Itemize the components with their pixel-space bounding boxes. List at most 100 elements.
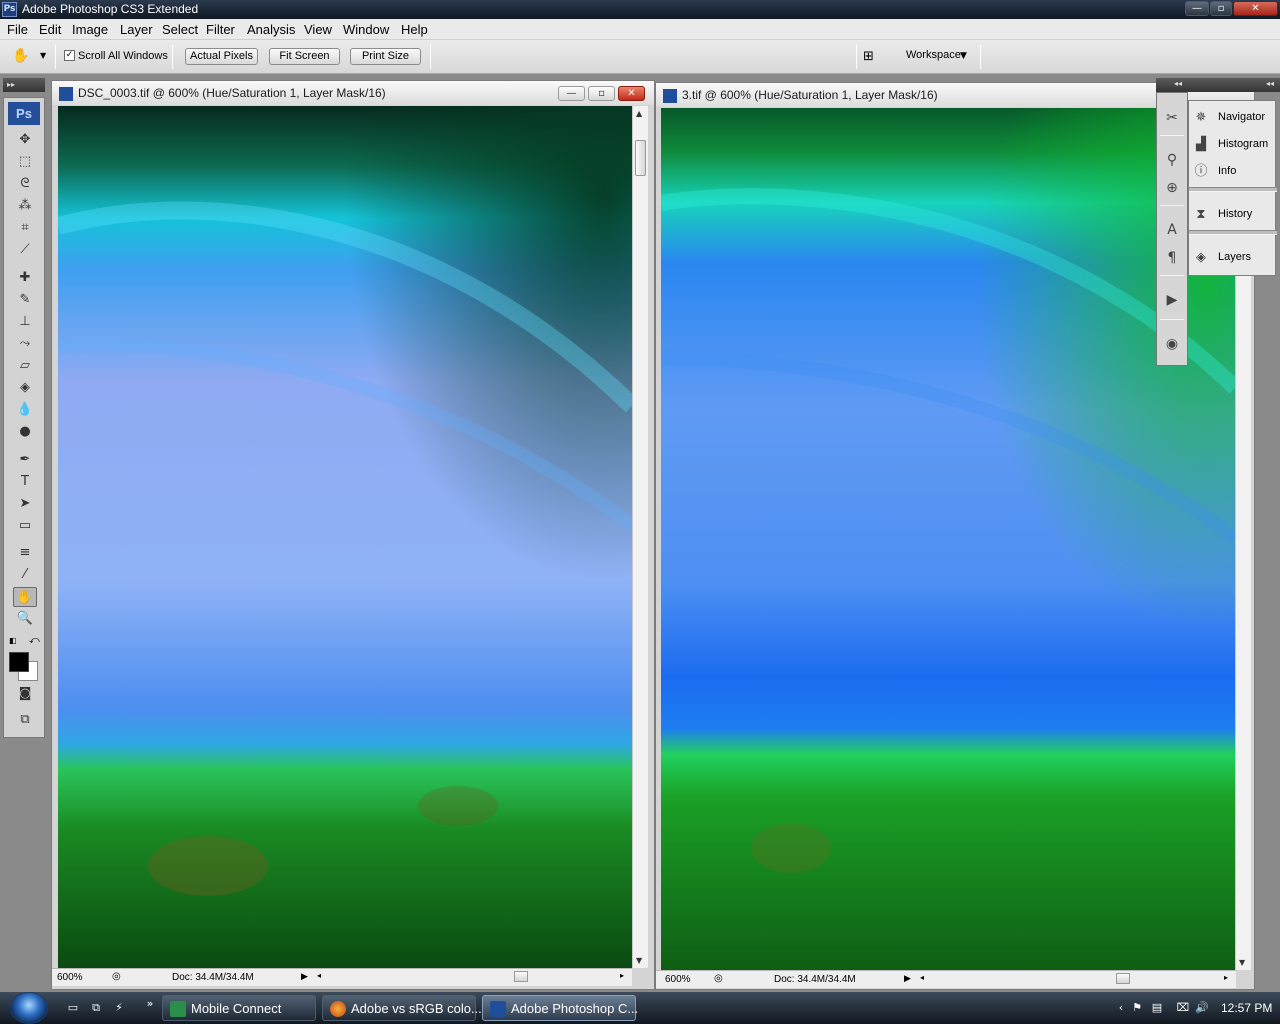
clone-stamp-tool-icon[interactable]: ⊥ (13, 312, 37, 332)
taskbar-button-photoshop[interactable]: Adobe Photoshop C... (482, 995, 638, 1021)
document-2-status-menu-icon[interactable]: ▶ (904, 973, 911, 984)
workspace-menu[interactable]: Workspace (906, 49, 961, 61)
quick-launch-app-icon[interactable]: ⚡ (111, 1001, 127, 1015)
menu-image[interactable]: Image (72, 22, 108, 37)
document-1-title-bar[interactable]: DSC_0003.tif @ 600% (Hue/Saturation 1, L… (52, 81, 654, 105)
swap-colors-icon[interactable]: ⤺ (29, 635, 41, 647)
zoom-tool-icon[interactable]: 🔍 (13, 609, 37, 629)
eraser-tool-icon[interactable]: ▱ (13, 356, 37, 376)
animation-panel-icon[interactable]: ▶ (1161, 289, 1183, 311)
panel-histogram[interactable]: ▟ Histogram (1189, 134, 1277, 156)
slice-tool-icon[interactable]: ⟋ (13, 240, 37, 260)
hand-tool-icon[interactable]: ✋ (13, 587, 37, 607)
tray-flag-icon[interactable]: ⚑ (1130, 1001, 1144, 1015)
dodge-tool-icon[interactable]: ● (13, 422, 37, 442)
document-1-hscroll-thumb[interactable] (514, 971, 528, 982)
document-1-status-menu-icon[interactable]: ▶ (301, 971, 308, 982)
menu-window[interactable]: Window (343, 22, 389, 37)
tool-presets-panel-icon[interactable]: ✂ (1161, 107, 1183, 129)
document-1-vscroll-thumb[interactable] (635, 140, 646, 176)
history-brush-tool-icon[interactable]: ⤳ (13, 334, 37, 354)
document-1-maximize-button[interactable]: ▫ (588, 86, 615, 101)
photoshop-badge[interactable]: Ps (8, 102, 40, 125)
menu-view[interactable]: View (304, 22, 332, 37)
document-1-close-button[interactable]: ✕ (618, 86, 645, 101)
maximize-button[interactable]: ▫ (1210, 1, 1232, 16)
document-1-hscroll-left-arrow[interactable]: ◂ (317, 971, 321, 980)
toolbox-header[interactable]: ▸▸ (3, 78, 45, 92)
healing-brush-tool-icon[interactable]: ✚ (13, 268, 37, 288)
menu-edit[interactable]: Edit (39, 22, 61, 37)
menu-layer[interactable]: Layer (120, 22, 153, 37)
document-2-hscroll-left-arrow[interactable]: ◂ (920, 973, 924, 982)
tray-volume-icon[interactable]: 🔊 (1195, 1001, 1209, 1015)
foreground-color-swatch[interactable] (9, 652, 29, 672)
screen-mode-icon[interactable]: ⧉ (13, 710, 37, 730)
taskbar-button-mobile-connect[interactable]: Mobile Connect (162, 995, 316, 1021)
document-1-zoom-icon[interactable]: ◎ (112, 971, 121, 982)
document-1-vertical-scrollbar[interactable]: ▲ ▼ (632, 106, 648, 968)
dock-expand-icon[interactable]: ◂◂ (1266, 79, 1274, 88)
tool-preset-chevron-down-icon[interactable]: ▼ (40, 51, 46, 60)
document-2-hscroll-thumb[interactable] (1116, 973, 1130, 984)
path-selection-tool-icon[interactable]: ➤ (13, 494, 37, 514)
bridge-search-icon[interactable]: ⊞ (863, 49, 885, 67)
menu-help[interactable]: Help (401, 22, 428, 37)
blur-tool-icon[interactable]: 💧 (13, 400, 37, 420)
document-2-hscroll-right-arrow[interactable]: ▸ (1224, 973, 1228, 982)
lasso-tool-icon[interactable]: ᘓ (13, 174, 37, 194)
tray-expand-icon[interactable]: ‹ (1114, 1001, 1128, 1015)
tray-app-icon[interactable]: ▤ (1150, 1001, 1164, 1015)
dock-collapse-icon[interactable]: ◂◂ (1174, 79, 1182, 88)
quick-launch-overflow-icon[interactable]: » (142, 997, 158, 1011)
paragraph-panel-icon[interactable]: ¶ (1161, 247, 1183, 269)
document-1-minimize-button[interactable]: — (558, 86, 585, 101)
type-tool-icon[interactable]: T (13, 472, 37, 492)
actual-pixels-button[interactable]: Actual Pixels (185, 48, 258, 65)
clone-source-panel-icon[interactable]: ⊕ (1161, 177, 1183, 199)
default-colors-icon[interactable]: ◧ (9, 636, 19, 646)
tray-network-icon[interactable]: ⌧ (1176, 1001, 1190, 1015)
menu-analysis[interactable]: Analysis (247, 22, 295, 37)
document-2-zoom-icon[interactable]: ◎ (714, 973, 723, 984)
move-tool-icon[interactable]: ✥ (13, 130, 37, 150)
3d-panel-icon[interactable]: ◉ (1161, 333, 1183, 355)
shape-tool-icon[interactable]: ▭ (13, 516, 37, 536)
brushes-panel-icon[interactable]: ⚲ (1161, 149, 1183, 171)
switch-windows-icon[interactable]: ⧉ (88, 1001, 104, 1015)
print-size-button[interactable]: Print Size (350, 48, 421, 65)
panel-history[interactable]: ⧗ History (1189, 204, 1277, 226)
crop-tool-icon[interactable]: ⌗ (13, 218, 37, 238)
taskbar-clock[interactable]: 12:57 PM (1221, 1001, 1272, 1015)
quick-mask-icon[interactable]: ◙ (13, 684, 37, 704)
close-button[interactable]: ✕ (1233, 1, 1278, 16)
document-1-canvas[interactable] (58, 106, 632, 968)
marquee-tool-icon[interactable]: ⬚ (13, 152, 37, 172)
document-1-zoom-level[interactable]: 600% (57, 972, 83, 983)
panel-dock-header[interactable]: ◂◂ ◂◂ (1156, 78, 1280, 92)
document-2-canvas[interactable] (661, 108, 1235, 970)
menu-file[interactable]: File (7, 22, 28, 37)
scroll-all-windows-checkbox[interactable]: ✓ (64, 50, 75, 61)
fit-screen-button[interactable]: Fit Screen (269, 48, 340, 65)
pen-tool-icon[interactable]: ✒ (13, 450, 37, 470)
minimize-button[interactable]: — (1185, 1, 1209, 16)
taskbar-button-firefox[interactable]: Adobe vs sRGB colo... (322, 995, 482, 1021)
document-1-hscroll-right-arrow[interactable]: ▸ (620, 971, 624, 980)
panel-navigator[interactable]: ✵ Navigator (1189, 107, 1277, 129)
brush-tool-icon[interactable]: ✎ (13, 290, 37, 310)
notes-tool-icon[interactable]: ≡ (13, 543, 37, 563)
eyedropper-tool-icon[interactable]: ⁄ (13, 565, 37, 585)
magic-wand-tool-icon[interactable]: ⁂ (13, 196, 37, 216)
menu-filter[interactable]: Filter (206, 22, 235, 37)
workspace-chevron-down-icon[interactable]: ▼ (960, 51, 967, 61)
show-desktop-icon[interactable]: ▭ (65, 1001, 81, 1015)
character-panel-icon[interactable]: A (1161, 219, 1183, 241)
panel-layers[interactable]: ◈ Layers (1189, 247, 1277, 269)
document-2-zoom-level[interactable]: 600% (665, 974, 691, 985)
start-button[interactable] (10, 992, 48, 1024)
menu-select[interactable]: Select (162, 22, 198, 37)
panel-info[interactable]: ⓘ Info (1189, 161, 1277, 183)
hand-tool-preset-icon[interactable]: ✋ (12, 48, 34, 66)
paint-bucket-tool-icon[interactable]: ◈ (13, 378, 37, 398)
